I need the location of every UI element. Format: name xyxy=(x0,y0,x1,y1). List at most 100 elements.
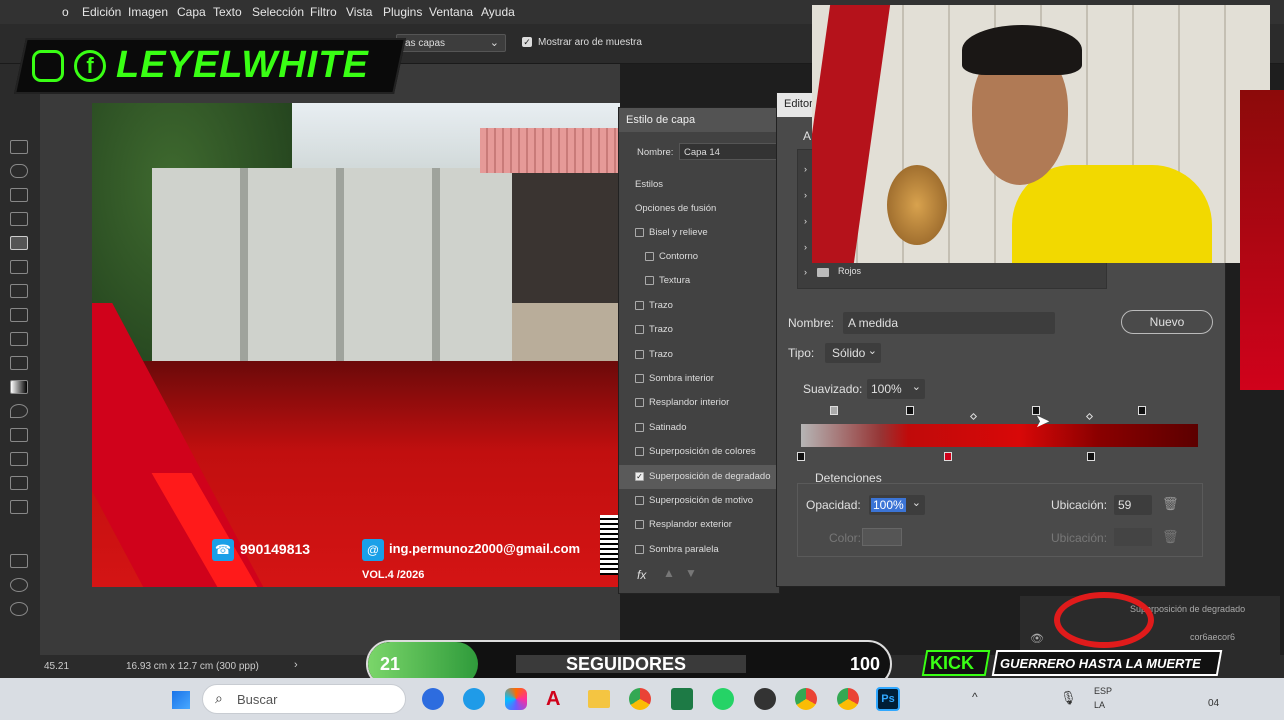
style-item-gradient-overlay[interactable]: ✓ Superposición de degradado xyxy=(619,465,779,489)
zoom-tool-icon[interactable] xyxy=(10,602,28,616)
arrow-down-icon[interactable]: ▼ xyxy=(685,566,697,580)
style-item-satin[interactable]: Satinado xyxy=(619,416,779,440)
opacity-stop[interactable] xyxy=(830,406,838,415)
style-item-inner-shadow[interactable]: Sombra interior xyxy=(619,367,779,391)
menu-item-filter[interactable]: Filtro xyxy=(310,5,337,19)
trash-icon[interactable]: 🗑 xyxy=(1162,496,1179,512)
menu-item-view[interactable]: Vista xyxy=(346,5,372,19)
image-canvas[interactable]: ☎ 990149813 @ ing.permunoz2000@gmail.com… xyxy=(92,103,620,587)
file-explorer-icon[interactable] xyxy=(588,690,610,708)
pen-tool-icon[interactable] xyxy=(10,452,28,466)
zoom-level[interactable]: 45.21 xyxy=(44,661,69,672)
fx-icon[interactable]: fx xyxy=(637,568,646,582)
checkbox[interactable] xyxy=(635,447,644,456)
opacity-stop[interactable] xyxy=(1138,406,1146,415)
microphone-icon[interactable]: 🎙 xyxy=(1060,690,1077,706)
chevron-up-icon[interactable]: ^ xyxy=(972,690,978,704)
dodge-tool-icon[interactable] xyxy=(10,428,28,442)
eye-icon[interactable]: 👁 xyxy=(1030,632,1044,645)
styles-header[interactable]: Estilos xyxy=(635,179,663,190)
menu-item-edit[interactable]: Edición xyxy=(82,5,121,19)
crop-tool-icon[interactable] xyxy=(10,212,28,226)
opacity-input[interactable]: 100% ⌄ xyxy=(869,495,925,515)
location-input[interactable]: 59 xyxy=(1114,495,1152,515)
gradient-bar[interactable] xyxy=(801,424,1198,447)
style-item-pattern-overlay[interactable]: Superposición de motivo xyxy=(619,489,779,513)
folder-label[interactable]: Rojos xyxy=(838,266,861,276)
chevron-right-icon[interactable]: › xyxy=(804,216,807,226)
menu-item-select[interactable]: Selección xyxy=(252,5,304,19)
checkbox[interactable] xyxy=(635,301,644,310)
chevron-right-icon[interactable]: › xyxy=(804,267,807,277)
brush-tool-icon[interactable] xyxy=(10,284,28,298)
opacity-midpoint[interactable] xyxy=(1085,412,1094,421)
eraser-tool-icon[interactable] xyxy=(10,356,28,370)
lasso-tool-icon[interactable] xyxy=(10,164,28,178)
style-item-bevel[interactable]: Bisel y relieve xyxy=(619,221,779,245)
color-stop[interactable] xyxy=(944,452,952,461)
trash-icon[interactable]: 🗑 xyxy=(1162,529,1179,545)
language-indicator[interactable]: ESP xyxy=(1094,686,1112,696)
chevron-right-icon[interactable]: › xyxy=(804,190,807,200)
show-ring-checkbox[interactable]: ✓ xyxy=(522,37,532,47)
hand-tool-icon[interactable] xyxy=(10,578,28,592)
checkbox[interactable] xyxy=(635,423,644,432)
healing-tool-icon[interactable] xyxy=(10,260,28,274)
menu-item-layer[interactable]: Capa xyxy=(177,5,206,19)
menu-item-type[interactable]: Texto xyxy=(213,5,242,19)
zoom-app-icon[interactable] xyxy=(422,688,444,710)
location2-input[interactable] xyxy=(1114,528,1152,546)
style-item-texture[interactable]: Textura xyxy=(619,269,779,293)
capcut-icon[interactable] xyxy=(754,688,776,710)
color-stop[interactable] xyxy=(1087,452,1095,461)
style-item-outer-glow[interactable]: Resplandor exterior xyxy=(619,513,779,537)
checkbox[interactable] xyxy=(635,228,644,237)
style-item-stroke-1[interactable]: Trazo xyxy=(619,294,779,318)
new-button[interactable]: Nuevo xyxy=(1121,310,1213,334)
chevron-right-icon[interactable]: › xyxy=(804,164,807,174)
type-select[interactable]: Sólido ⌄ xyxy=(825,343,881,363)
checkbox[interactable] xyxy=(635,545,644,554)
gradient-tool-icon[interactable] xyxy=(10,380,28,394)
style-item-stroke-2[interactable]: Trazo xyxy=(619,318,779,342)
taskbar-search[interactable]: ⌕ Buscar xyxy=(202,684,406,714)
blur-tool-icon[interactable] xyxy=(10,404,28,418)
checkbox[interactable] xyxy=(635,374,644,383)
checkbox[interactable] xyxy=(645,276,654,285)
checkbox[interactable] xyxy=(645,252,654,261)
checkbox-checked[interactable]: ✓ xyxy=(635,472,644,481)
windows-start-icon[interactable] xyxy=(172,691,190,709)
chrome-profile-icon[interactable] xyxy=(795,688,817,710)
blending-options[interactable]: Opciones de fusión xyxy=(635,203,716,214)
style-item-stroke-3[interactable]: Trazo xyxy=(619,343,779,367)
checkbox[interactable] xyxy=(635,496,644,505)
layer-name-field[interactable]: Capa 14 xyxy=(679,143,777,160)
eyedropper-tool-icon[interactable] xyxy=(10,236,28,250)
whatsapp-icon[interactable] xyxy=(712,688,734,710)
style-item-drop-shadow[interactable]: Sombra paralela xyxy=(619,538,779,562)
color-stop[interactable] xyxy=(797,452,805,461)
move-tool-icon[interactable] xyxy=(10,188,28,202)
opacity-stop[interactable] xyxy=(906,406,914,415)
style-item-inner-glow[interactable]: Resplandor interior xyxy=(619,391,779,415)
menu-item-window[interactable]: Ventana xyxy=(429,5,473,19)
chrome-profile-2-icon[interactable] xyxy=(837,688,859,710)
gradient-name-field[interactable]: A medida xyxy=(843,312,1055,334)
checkbox[interactable] xyxy=(635,350,644,359)
menu-item-image[interactable]: Imagen xyxy=(128,5,168,19)
style-item-color-overlay[interactable]: Superposición de colores xyxy=(619,440,779,464)
clock[interactable]: 04 xyxy=(1208,698,1219,709)
color-swatch[interactable] xyxy=(862,528,902,546)
checkbox[interactable] xyxy=(635,398,644,407)
checkbox[interactable] xyxy=(635,520,644,529)
opacity-midpoint[interactable] xyxy=(969,412,978,421)
chevron-right-icon[interactable]: › xyxy=(294,659,298,671)
language-indicator-2[interactable]: LA xyxy=(1094,700,1105,710)
acrobat-icon[interactable]: A xyxy=(546,688,568,710)
path-selection-icon[interactable] xyxy=(10,500,28,514)
smooth-select[interactable]: 100% ⌄ xyxy=(867,379,925,399)
chevron-right-icon[interactable]: › xyxy=(804,242,807,252)
chrome-icon[interactable] xyxy=(629,688,651,710)
menu-item-plugins[interactable]: Plugins xyxy=(383,5,422,19)
edge-icon[interactable] xyxy=(463,688,485,710)
